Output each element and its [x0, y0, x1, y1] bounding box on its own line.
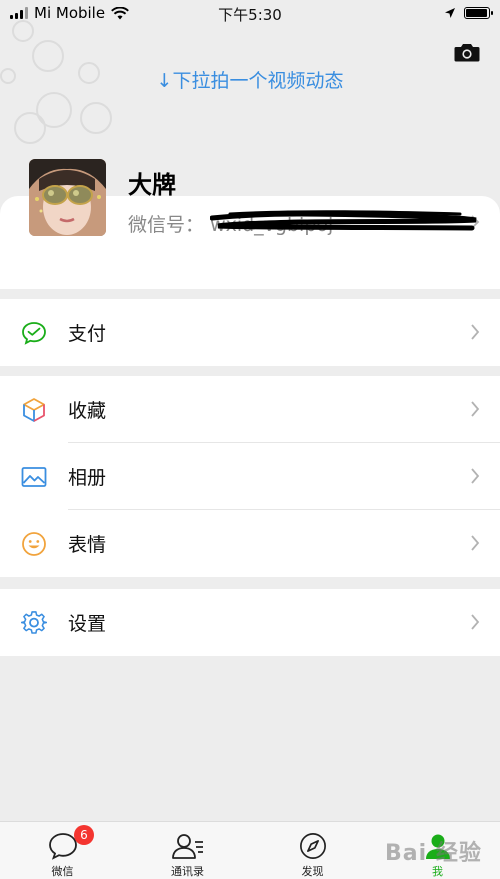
pull-down-video-hint[interactable]: ↓下拉拍一个视频动态 [0, 66, 500, 93]
menu-group-content: 收藏 相册 表情 [0, 376, 500, 577]
tab-discover-label: 发现 [301, 865, 324, 878]
unread-badge: 6 [74, 825, 94, 845]
chat-bubble-icon [48, 833, 77, 860]
tab-chats[interactable]: 6 微信 [0, 822, 125, 879]
wechat-id-label: 微信号： [128, 214, 205, 236]
status-right [444, 7, 493, 19]
camera-icon[interactable] [454, 42, 480, 62]
compass-icon [299, 833, 326, 859]
tab-contacts-label: 通讯录 [171, 865, 204, 878]
chevron-right-icon [471, 535, 480, 551]
contacts-icon [171, 834, 203, 859]
battery-level [466, 9, 487, 17]
redaction-scribble [210, 210, 477, 231]
menu-item-pay[interactable]: 支付 [0, 299, 500, 366]
chevron-right-icon [471, 324, 480, 340]
profile-name: 大牌 [128, 171, 176, 199]
menu-item-favorites[interactable]: 收藏 [0, 376, 500, 443]
gear-icon [20, 609, 48, 637]
tab-chats-label: 微信 [51, 865, 74, 878]
cube-icon [20, 396, 48, 424]
avatar-image [29, 159, 106, 236]
menu-item-favorites-label: 收藏 [68, 400, 107, 422]
chevron-right-icon [471, 468, 480, 484]
avatar[interactable] [29, 159, 106, 236]
menu-item-settings[interactable]: 设置 [0, 589, 500, 656]
bottom-tab-bar: 6 微信 通讯录 发现 我 [0, 821, 500, 879]
menu-item-album[interactable]: 相册 [0, 443, 500, 510]
battery-icon [464, 7, 493, 19]
tab-contacts[interactable]: 通讯录 [125, 822, 250, 879]
tab-discover[interactable]: 发现 [250, 822, 375, 879]
menu-item-stickers-label: 表情 [68, 534, 107, 556]
smiley-icon [20, 530, 48, 558]
menu-group-pay: 支付 [0, 299, 500, 366]
wifi-icon [111, 6, 129, 19]
me-icon [425, 834, 450, 859]
menu-item-pay-label: 支付 [68, 323, 107, 345]
photo-icon [20, 463, 48, 491]
location-arrow-icon [445, 8, 455, 18]
chevron-right-icon [471, 401, 480, 417]
cellular-signal-icon [10, 7, 28, 19]
tab-me-label: 我 [432, 865, 443, 878]
menu-group-settings: 设置 [0, 589, 500, 656]
menu-item-stickers[interactable]: 表情 [0, 510, 500, 577]
wechat-pay-icon [20, 319, 48, 347]
tab-me[interactable]: 我 [375, 822, 500, 879]
menu-item-settings-label: 设置 [68, 613, 107, 635]
menu-item-album-label: 相册 [68, 467, 107, 489]
chevron-right-icon [471, 614, 480, 630]
